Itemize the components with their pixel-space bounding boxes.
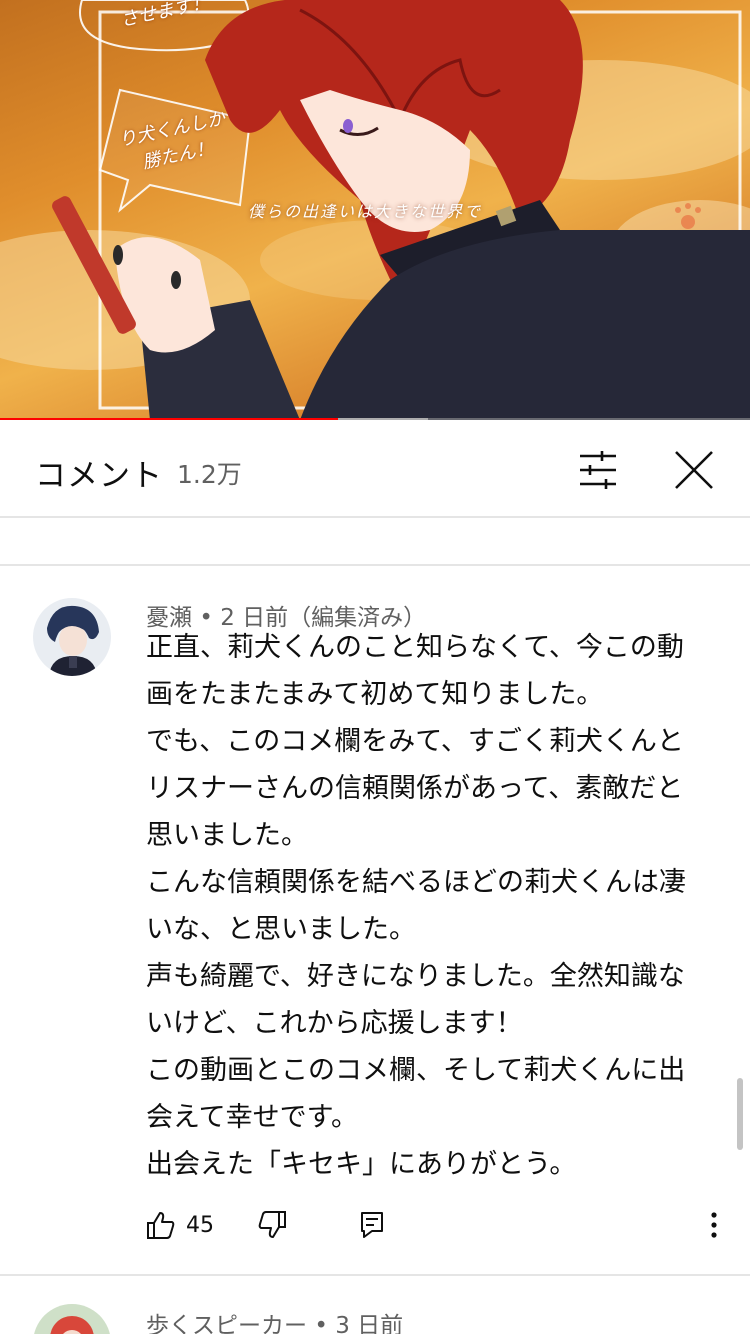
avatar[interactable] xyxy=(33,598,111,676)
comment-line: 画をたまたまみて初めて知りました。 xyxy=(146,679,604,710)
comments-header: コメント 1.2万 xyxy=(0,422,750,518)
comment-meta: 歩くスピーカー • 3 日前 xyxy=(146,1306,403,1334)
more-options-button[interactable] xyxy=(704,1203,724,1247)
avatar[interactable] xyxy=(33,1304,111,1334)
section-divider xyxy=(0,564,750,566)
comment-line: 会えて幸せです。 xyxy=(146,1102,358,1133)
reply-button[interactable] xyxy=(360,1203,384,1247)
progress-bar[interactable] xyxy=(0,418,750,420)
scrollbar[interactable] xyxy=(737,1078,743,1150)
like-button[interactable]: 45 xyxy=(146,1203,214,1247)
progress-played xyxy=(0,418,338,420)
close-icon xyxy=(675,451,713,489)
sort-button[interactable] xyxy=(576,448,620,492)
comment-line: この動画とこのコメ欄、そして莉犬くんに出 xyxy=(146,1055,686,1086)
comment-divider xyxy=(0,1274,750,1276)
comment-line: こんな信頼関係を結べるほどの莉犬くんは凄 xyxy=(146,867,686,898)
comment-body: 正直、莉犬くんのこと知らなくて、今この動 画をたまたまみて初めて知りました。 で… xyxy=(146,624,716,1188)
reply-icon xyxy=(361,1212,383,1238)
video-lyric: 僕らの出逢いは大きな世界で xyxy=(248,202,483,221)
sort-filter-icon xyxy=(580,451,616,489)
user-avatar-image xyxy=(33,1304,111,1334)
comment-time: 3 日前 xyxy=(335,1313,404,1334)
close-button[interactable] xyxy=(672,448,716,492)
comment-line: リスナーさんの信頼関係があって、素敵だと xyxy=(146,773,684,804)
comment-line: 出会えた「キセキ」にありがとう。 xyxy=(146,1149,577,1180)
more-vert-icon xyxy=(711,1212,717,1238)
user-avatar-image xyxy=(33,598,111,676)
thumbs-up-icon xyxy=(147,1212,175,1239)
comments-count: 1.2万 xyxy=(177,460,242,489)
comments-title: コメント xyxy=(35,458,163,494)
like-count: 45 xyxy=(186,1212,214,1238)
comment-line: 正直、莉犬くんのこと知らなくて、今この動 xyxy=(146,632,684,663)
comment-line: でも、このコメ欄をみて、すごく莉犬くんと xyxy=(146,726,684,757)
comment-line: いな、と思いました。 xyxy=(146,914,416,945)
thumbs-down-icon xyxy=(258,1211,286,1238)
dislike-button[interactable] xyxy=(257,1203,287,1247)
comment-author[interactable]: 歩くスピーカー xyxy=(146,1313,307,1334)
comment-actions: 45 xyxy=(0,1203,750,1247)
comment-line: 思いました。 xyxy=(146,820,308,851)
comment-line: 声も綺麗で、好きになりました。全然知識な xyxy=(146,961,685,992)
comment-line: いけど、これから応援します！ xyxy=(146,1008,523,1039)
video-player[interactable]: させます！ り犬くんしか 勝たん！ 僕らの出逢いは大きな世界で xyxy=(0,0,750,420)
meta-separator: • xyxy=(314,1313,328,1334)
